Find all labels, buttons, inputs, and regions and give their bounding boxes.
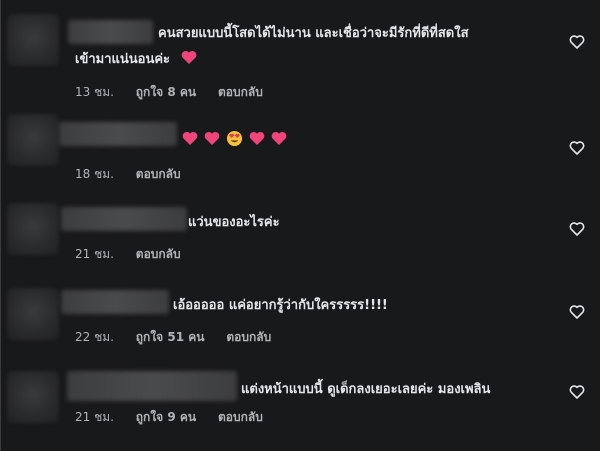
heart-emoji-icon: [249, 131, 265, 145]
comment-time[interactable]: 21 ชม.: [75, 410, 114, 424]
commenter-name-redacted[interactable]: [59, 122, 177, 146]
comment-meta: 18 ชม. ตอบกลับ: [75, 165, 199, 184]
heart-emoji-icon: [181, 50, 196, 64]
avatar[interactable]: [7, 371, 59, 423]
heart-outline-icon[interactable]: [569, 304, 585, 320]
comment-text: แว่นของอะไรค่ะ: [188, 215, 280, 230]
comment-item: 18 ชม. ตอบกลับ: [1, 110, 600, 195]
comment-time[interactable]: 18 ชม.: [75, 167, 114, 181]
reply-button[interactable]: ตอบกลับ: [218, 85, 263, 99]
comment-item: แว่นของอะไรค่ะ 21 ชม. ตอบกลับ: [1, 195, 600, 280]
comment-text: คนสวยแบบนี้โสดได้ไม่นาน และเชื่อว่าจะมีร…: [158, 26, 469, 41]
reply-button[interactable]: ตอบกลับ: [218, 410, 263, 424]
heart-emoji-icon: [204, 131, 220, 145]
commenter-name-redacted[interactable]: [61, 207, 187, 231]
reply-button[interactable]: ตอบกลับ: [136, 247, 181, 261]
avatar[interactable]: [7, 14, 59, 66]
heart-outline-icon[interactable]: [569, 384, 585, 400]
avatar[interactable]: [7, 288, 59, 340]
heart-eyes-emoji-icon: [226, 130, 243, 147]
comment-meta: 22 ชม. ถูกใจ 51 คน ตอบกลับ: [75, 328, 289, 347]
like-count[interactable]: ถูกใจ 51 คน: [136, 330, 205, 344]
like-count[interactable]: ถูกใจ 9 คน: [136, 410, 196, 424]
heart-outline-icon[interactable]: [569, 140, 585, 156]
comment-time[interactable]: 21 ชม.: [75, 247, 114, 261]
avatar[interactable]: [7, 114, 59, 166]
comment-item: แต่งหน้าแบบนี้ ดูเด็กลงเยอะเลยค่ะ มองเพล…: [1, 365, 600, 451]
reply-button[interactable]: ตอบกลับ: [226, 330, 271, 344]
comment-meta: 21 ชม. ถูกใจ 9 คน ตอบกลับ: [75, 408, 281, 427]
comment-meta: 21 ชม. ตอบกลับ: [75, 245, 199, 264]
reply-button[interactable]: ตอบกลับ: [136, 167, 181, 181]
comment-time[interactable]: 22 ชม.: [75, 330, 114, 344]
commenter-name-redacted[interactable]: [67, 371, 237, 401]
comment-emoji-row: [182, 130, 287, 154]
comment-item: คนสวยแบบนี้โสดได้ไม่นาน และเชื่อว่าจะมีร…: [1, 0, 600, 110]
avatar[interactable]: [7, 203, 59, 255]
heart-emoji-icon: [271, 131, 287, 145]
comment-text-line2: เข้ามาแน่นอนค่ะ: [75, 52, 171, 67]
comment-text: เอ้อออออ แค่อยากรู้ว่ากับใครรรรร!!!!: [173, 298, 388, 313]
heart-emoji-icon: [182, 131, 198, 145]
comment-text-continued: เข้ามาแน่นอนค่ะ: [75, 49, 197, 71]
commenter-name-redacted[interactable]: [68, 20, 153, 44]
heart-outline-icon[interactable]: [569, 221, 585, 237]
heart-outline-icon[interactable]: [569, 34, 585, 50]
comment-meta: 13 ชม. ถูกใจ 8 คน ตอบกลับ: [75, 83, 281, 102]
comment-time[interactable]: 13 ชม.: [75, 85, 114, 99]
commenter-name-redacted[interactable]: [61, 290, 169, 314]
comment-item: เอ้อออออ แค่อยากรู้ว่ากับใครรรรร!!!! 22 …: [1, 280, 600, 365]
comment-text: แต่งหน้าแบบนี้ ดูเด็กลงเยอะเลยค่ะ มองเพล…: [241, 382, 491, 397]
like-count[interactable]: ถูกใจ 8 คน: [136, 85, 196, 99]
